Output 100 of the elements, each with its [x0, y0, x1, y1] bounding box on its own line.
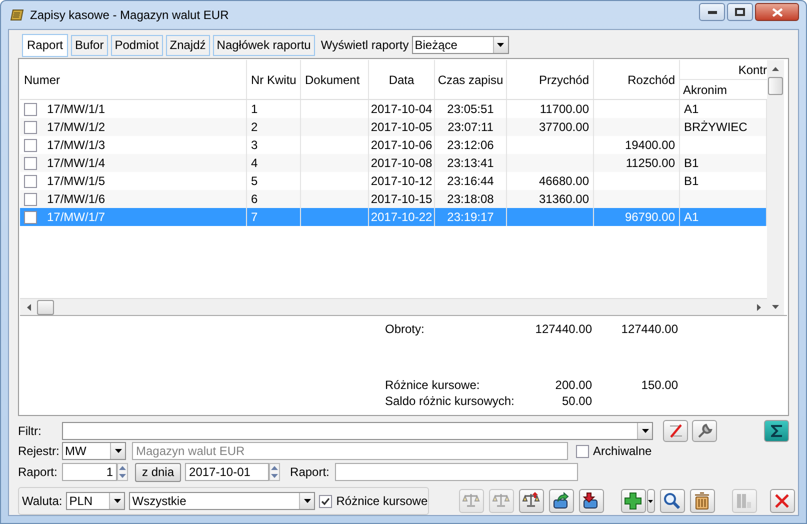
- column-header[interactable]: Rozchód: [594, 60, 680, 99]
- table-cell: 2017-10-08: [370, 156, 432, 170]
- table-cell: 17/MW/1/4: [47, 156, 106, 170]
- checkbox[interactable]: [24, 174, 37, 188]
- caret-icon: [648, 500, 654, 502]
- minimize-icon: [708, 10, 716, 14]
- summary-label: Saldo różnic kursowych:: [385, 394, 516, 408]
- checkbox[interactable]: [24, 120, 37, 134]
- trash-icon: [693, 492, 712, 510]
- table-cell: 17/MW/1/2: [47, 120, 106, 134]
- checkbox-label: Różnice kursowe: [336, 494, 428, 508]
- checkbox[interactable]: [24, 156, 37, 170]
- column-header[interactable]: Nr Kwitu: [247, 60, 301, 99]
- table-cell: 46680.00: [538, 174, 589, 188]
- report-number-field[interactable]: 1: [62, 463, 117, 481]
- tab[interactable]: Bufor: [71, 34, 108, 56]
- scroll-thumb[interactable]: [37, 300, 54, 314]
- scroll-down-icon: [772, 304, 779, 308]
- field-label: Filtr:: [18, 424, 42, 438]
- table-cell: 2017-10-15: [370, 192, 432, 206]
- vertical-scrollbar[interactable]: [767, 60, 784, 315]
- summary-label: Obroty:: [385, 322, 426, 336]
- tab[interactable]: Nagłówek raportu: [212, 34, 315, 56]
- table-cell: 11700.00: [540, 102, 589, 116]
- table-cell: 1: [251, 102, 258, 116]
- spin-up-icon[interactable]: [271, 466, 278, 470]
- date-button[interactable]: z dnia: [135, 462, 182, 482]
- checkbox[interactable]: [24, 102, 37, 116]
- spin-up-icon[interactable]: [119, 466, 126, 470]
- table-cell: 17/MW/1/1: [47, 102, 106, 116]
- import-button[interactable]: [578, 489, 604, 513]
- column-header[interactable]: Numer: [20, 60, 247, 99]
- horizontal-scrollbar[interactable]: [20, 298, 767, 315]
- table-row[interactable]: 17/MW/1/4 4 2017-10-08 23:13:41 11250.00 B1: [20, 154, 767, 172]
- minimize-button[interactable]: [699, 3, 725, 21]
- scroll-thumb[interactable]: [768, 77, 783, 95]
- checkbox[interactable]: [24, 138, 37, 152]
- table-cell: 23:18:08: [447, 192, 494, 206]
- add-button[interactable]: [620, 489, 646, 513]
- wrench-button[interactable]: [692, 420, 717, 442]
- table-cell: 96790.00: [624, 210, 675, 224]
- currency-dropdown[interactable]: PLN: [66, 492, 126, 510]
- spin-down-icon[interactable]: [119, 474, 126, 478]
- tab[interactable]: Podmiot: [110, 34, 163, 56]
- scales-button[interactable]: [518, 489, 544, 513]
- plus-icon: [624, 492, 642, 510]
- register-dropdown[interactable]: MW: [62, 442, 126, 460]
- export-button[interactable]: [548, 489, 574, 513]
- dropdown-arrow-icon: [642, 429, 648, 433]
- summary-value: 127440.00: [534, 322, 593, 336]
- column-header[interactable]: Czas zapisu: [435, 60, 507, 99]
- delete-button[interactable]: [690, 489, 715, 513]
- register-name-field[interactable]: Magazyn walut EUR: [132, 442, 568, 460]
- table-cell: 2: [251, 120, 258, 134]
- table-cell: 23:07:11: [448, 120, 494, 134]
- table-cell: 2017-10-06: [370, 138, 432, 152]
- filter-field[interactable]: [62, 422, 653, 440]
- scroll-left-icon: [26, 304, 30, 310]
- table-cell: 23:12:06: [447, 138, 494, 152]
- add-menu-button[interactable]: [646, 489, 655, 513]
- date-field[interactable]: 2017-10-01: [185, 463, 270, 481]
- box-arrow-icon: [552, 492, 570, 510]
- scroll-right-icon: [756, 304, 760, 310]
- checkbox[interactable]: [24, 192, 37, 206]
- column-header[interactable]: Akronim: [680, 80, 767, 99]
- reports-dropdown[interactable]: Bieżące: [412, 36, 509, 54]
- checkbox[interactable]: [319, 494, 332, 508]
- table-cell: B1: [684, 156, 699, 170]
- dropdown-arrow-icon: [114, 449, 122, 453]
- table-cell: 5: [251, 174, 258, 188]
- table-cell: 4: [251, 156, 258, 170]
- close-button[interactable]: [770, 489, 795, 513]
- summary-value: 150.00: [640, 378, 679, 392]
- search-button[interactable]: [660, 489, 685, 513]
- column-header[interactable]: Dokument: [301, 60, 369, 99]
- close-button[interactable]: [755, 3, 799, 21]
- column-header[interactable]: Data: [369, 60, 435, 99]
- tab[interactable]: Znajdź: [166, 34, 210, 56]
- spin-down-icon[interactable]: [271, 474, 278, 478]
- table-cell: 7: [251, 210, 258, 224]
- table-cell: 2017-10-05: [370, 120, 432, 134]
- close-icon: [773, 492, 792, 510]
- table-cell: 2017-10-12: [370, 174, 432, 188]
- table-cell: 17/MW/1/7: [47, 210, 106, 224]
- tab[interactable]: Raport: [22, 34, 68, 56]
- checkbox[interactable]: [576, 444, 589, 458]
- summary-value: 200.00: [554, 378, 593, 392]
- table-cell: 17/MW/1/5: [47, 174, 106, 188]
- column-header[interactable]: Przychód: [507, 60, 594, 99]
- table-row[interactable]: 17/MW/1/6 6 2017-10-15 23:18:08 31360.00: [20, 190, 767, 208]
- report-field[interactable]: [335, 463, 578, 481]
- table-cell: 23:05:51: [447, 102, 494, 116]
- clear-filter-button[interactable]: [663, 420, 688, 442]
- table-row[interactable]: 17/MW/1/2 2 2017-10-05 23:07:11 37700.00 BRŻYWIEC: [20, 118, 767, 136]
- scope-dropdown[interactable]: Wszystkie: [129, 492, 316, 510]
- table-cell: 23:19:17: [447, 210, 494, 224]
- close-icon: [772, 8, 782, 16]
- sum-button[interactable]: [764, 420, 789, 442]
- checkbox[interactable]: [24, 210, 37, 224]
- maximize-button[interactable]: [727, 3, 753, 21]
